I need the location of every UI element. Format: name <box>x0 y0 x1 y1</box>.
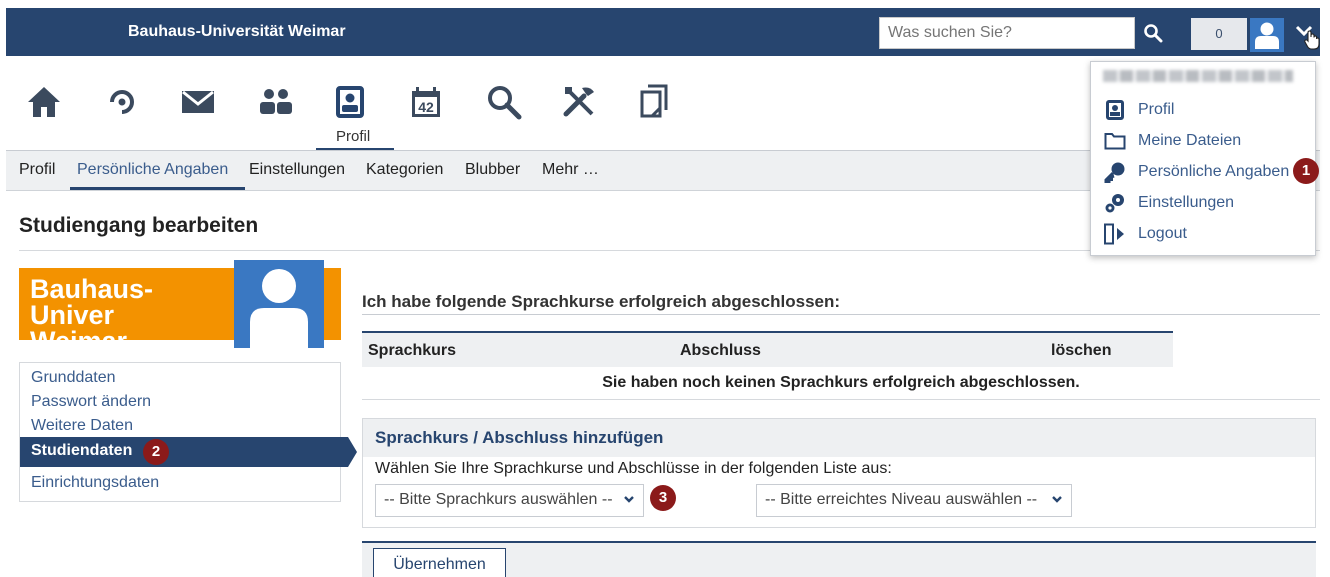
sidebar-item-grunddaten[interactable]: Grunddaten <box>31 369 116 387</box>
page-title: Studiengang bearbeiten <box>19 214 259 237</box>
dropdown-item-einstellungen[interactable]: Einstellungen <box>1103 191 1234 215</box>
courses-table-header: Sprachkurs Abschluss löschen <box>362 331 1173 367</box>
user-avatar-icon <box>1255 22 1279 49</box>
home-nav-button[interactable] <box>24 82 64 122</box>
user-avatar-icon <box>250 269 308 348</box>
dropdown-item-label: Einstellungen <box>1138 194 1235 211</box>
completed-courses-heading: Ich habe folgende Sprachkurse erfolgreic… <box>362 292 841 311</box>
course-select-value: -- Bitte Sprachkurs auswählen -- <box>384 491 613 508</box>
university-logo-text: Bauhaus-Univer Weimar <box>30 276 154 354</box>
activity-icon <box>110 90 134 114</box>
messages-nav-button[interactable] <box>178 82 218 122</box>
profile-nav-button[interactable] <box>330 82 370 122</box>
subnav-active-underline <box>70 187 245 190</box>
people-icon <box>260 89 292 114</box>
dropdown-item-label: Logout <box>1138 225 1187 242</box>
dropdown-item-meine-dateien[interactable]: Meine Dateien <box>1103 129 1241 153</box>
add-course-header: Sprachkurs / Abschluss hinzufügen <box>363 419 1315 457</box>
dropdown-item-label: Meine Dateien <box>1138 132 1242 149</box>
course-select[interactable]: -- Bitte Sprachkurs auswählen -- <box>375 484 644 517</box>
logout-door-icon <box>1103 223 1127 245</box>
sidebar-item-einrichtungsdaten[interactable]: Einrichtungsdaten <box>31 474 159 492</box>
svg-text:42: 42 <box>418 99 434 115</box>
add-course-title: Sprachkurs / Abschluss hinzufügen <box>375 428 664 447</box>
profile-nav-label[interactable]: Profil <box>336 128 370 145</box>
search-input[interactable] <box>879 17 1135 49</box>
community-nav-button[interactable] <box>256 82 296 122</box>
files-nav-button[interactable] <box>634 82 674 122</box>
profile-avatar[interactable] <box>234 260 324 348</box>
search-nav-button[interactable] <box>484 82 524 122</box>
user-dropdown-menu: Profil Meine Dateien Persönliche Angaben… <box>1090 61 1316 256</box>
notification-counter[interactable]: 0 <box>1191 18 1247 50</box>
step-marker-2: 2 <box>143 439 169 465</box>
step-marker-3: 3 <box>650 485 676 511</box>
active-item-arrow <box>348 437 357 467</box>
dropdown-item-persoenliche-angaben[interactable]: Persönliche Angaben <box>1103 160 1289 184</box>
heading-divider <box>362 314 1320 315</box>
empty-table-message: Sie haben noch keinen Sprachkurs erfolgr… <box>362 367 1320 400</box>
apply-button[interactable]: Übernehmen <box>373 548 506 577</box>
documents-icon <box>640 84 668 118</box>
profile-sidebar-menu: Grunddaten Passwort ändern Weitere Daten… <box>19 362 357 502</box>
user-name-blurred <box>1103 70 1293 82</box>
chevron-down-icon <box>1052 496 1062 503</box>
profile-card-icon <box>1103 99 1127 121</box>
column-header-abschluss: Abschluss <box>680 342 761 359</box>
chevron-down-icon <box>624 496 634 503</box>
step-marker-1: 1 <box>1293 158 1319 184</box>
subnav-profil[interactable]: Profil <box>19 161 55 179</box>
calendar-nav-button[interactable]: 42 <box>406 82 446 122</box>
hand-cursor-icon <box>1304 30 1320 50</box>
sidebar-item-label: Studiendaten <box>31 442 133 459</box>
folder-icon <box>1103 130 1127 152</box>
dropdown-item-label: Persönliche Angaben <box>1138 163 1290 180</box>
sidebar-item-passwort-aendern[interactable]: Passwort ändern <box>31 393 151 411</box>
dropdown-item-label: Profil <box>1138 101 1175 118</box>
key-icon <box>1103 161 1127 183</box>
activity-nav-button[interactable] <box>102 82 142 122</box>
column-header-sprachkurs: Sprachkurs <box>368 342 457 359</box>
level-select-value: -- Bitte erreichtes Niveau auswählen -- <box>765 491 1038 508</box>
profile-card-icon <box>336 86 364 118</box>
search-icon <box>1144 24 1163 43</box>
subnav-kategorien[interactable]: Kategorien <box>366 161 443 179</box>
top-bar: Bauhaus-Universität Weimar 0 <box>6 8 1320 56</box>
level-select[interactable]: -- Bitte erreichtes Niveau auswählen -- <box>756 484 1072 517</box>
column-header-loeschen: löschen <box>1051 342 1112 359</box>
user-avatar-button[interactable] <box>1250 18 1284 52</box>
main-icon-bar: Profil 42 <box>6 56 1106 152</box>
dropdown-item-logout[interactable]: Logout <box>1103 222 1187 246</box>
add-course-hint: Wählen Sie Ihre Sprachkurse und Abschlüs… <box>375 460 892 477</box>
user-menu-toggle[interactable] <box>1291 21 1323 51</box>
mail-icon <box>182 90 214 113</box>
sidebar-item-weitere-daten[interactable]: Weitere Daten <box>31 417 133 435</box>
subnav-blubber[interactable]: Blubber <box>465 161 520 179</box>
subnav-einstellungen[interactable]: Einstellungen <box>249 161 345 179</box>
search-button[interactable] <box>1136 16 1170 50</box>
brand-title[interactable]: Bauhaus-Universität Weimar <box>128 23 346 41</box>
subnav-mehr[interactable]: Mehr … <box>542 161 599 179</box>
home-icon <box>28 87 60 117</box>
subnav-persoenliche-angaben[interactable]: Persönliche Angaben <box>77 161 228 179</box>
sidebar-item-studiendaten[interactable]: Studiendaten <box>20 437 348 467</box>
add-course-panel: Sprachkurs / Abschluss hinzufügen Wählen… <box>362 418 1316 528</box>
tools-icon <box>563 87 594 117</box>
dropdown-item-profil[interactable]: Profil <box>1103 98 1174 122</box>
calendar-icon: 42 <box>412 87 440 117</box>
form-footer: Übernehmen <box>362 541 1316 577</box>
magnifier-icon <box>488 86 522 120</box>
tools-nav-button[interactable] <box>560 82 600 122</box>
gears-icon <box>1103 192 1127 214</box>
